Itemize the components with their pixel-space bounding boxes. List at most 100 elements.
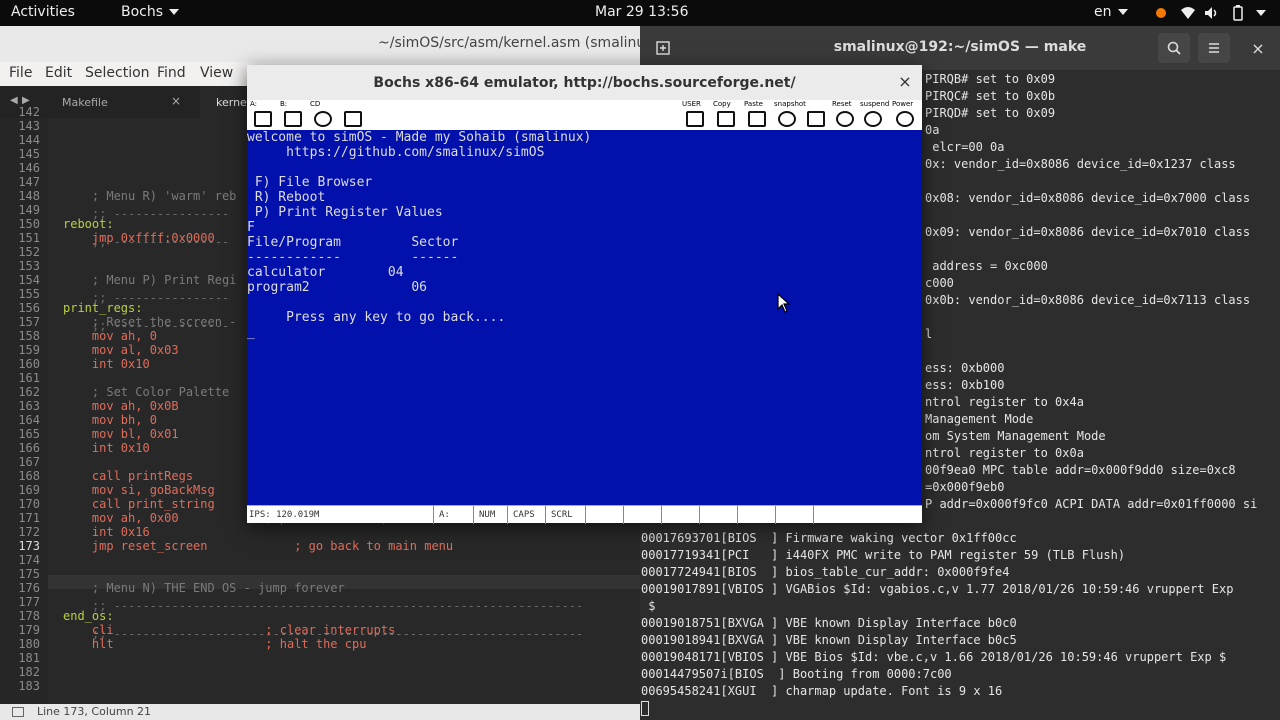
drive-a-indicator: A: [433, 506, 473, 524]
menu-edit[interactable]: Edit [45, 65, 72, 81]
line-number: 150 [18, 217, 40, 231]
bochs-title: Bochs x86-64 emulator, http://bochs.sour… [373, 75, 796, 91]
menu-find[interactable]: Find [157, 65, 186, 81]
toolbar-glyph [864, 111, 882, 127]
toolbar-label: suspend [860, 100, 890, 108]
terminal-line: 00017719341[PCI ] i440FX PMC write to PA… [641, 548, 1126, 562]
close-icon[interactable]: × [897, 72, 913, 91]
line-number: 155 [18, 287, 40, 301]
line-number: 163 [18, 399, 40, 413]
menu-file[interactable]: File [9, 65, 32, 81]
copy-icon[interactable]: Copy [713, 100, 739, 130]
line-number: 171 [18, 511, 40, 525]
tab-label: Makefile [62, 96, 108, 109]
line-number: 165 [18, 427, 40, 441]
editor-title-bar[interactable]: ~/simOS/src/asm/kernel.asm (smalinuxOS [0, 26, 673, 62]
status-slot [775, 506, 813, 524]
wifi-icon[interactable] [1179, 5, 1197, 21]
reset-icon[interactable]: Reset [832, 100, 858, 130]
terminal-line: 00014479507i[BIOS ] Booting from 0000:7c… [641, 667, 952, 681]
chevron-down-icon [1117, 9, 1128, 15]
snapshot-icon[interactable]: snapshot [774, 100, 806, 130]
screen-line: program2 06 [247, 280, 428, 295]
line-number: 142 [18, 105, 40, 119]
terminal-line: PIRQB# set to 0x09 [925, 72, 1056, 86]
screen-line: calculator 04 [247, 265, 404, 280]
line-number: 181 [18, 651, 40, 665]
search-icon[interactable] [1158, 33, 1190, 63]
line-number: 172 [18, 525, 40, 539]
toolbar-glyph [807, 111, 825, 127]
line-number: 175 [18, 567, 40, 581]
status-slot [623, 506, 661, 524]
volume-icon[interactable] [1204, 5, 1220, 21]
line-number: 164 [18, 413, 40, 427]
line-number: 144 [18, 133, 40, 147]
toolbar-glyph [717, 111, 735, 127]
terminal-line: elcr=00 0a [925, 140, 1005, 154]
close-icon[interactable]: × [171, 94, 181, 108]
terminal-line: 00f9ea0 MPC table addr=0x000f9dd0 size=0… [925, 463, 1236, 477]
hamburger-menu-icon[interactable] [1198, 33, 1230, 63]
keyboard-icon[interactable]: USER [682, 100, 708, 130]
line-number: 177 [18, 595, 40, 609]
code-line: mov ah, 0x0B [63, 399, 179, 413]
record-indicator-icon[interactable] [1155, 5, 1167, 21]
menu-selection[interactable]: Selection [85, 65, 150, 81]
toolbar-glyph [748, 111, 766, 127]
terminal-line: ess: 0xb000 [925, 361, 1005, 375]
suspend-icon[interactable]: suspend [860, 100, 890, 130]
line-number: 156 [18, 301, 40, 315]
status-slot [737, 506, 775, 524]
floppy-b-icon[interactable]: B: [280, 100, 306, 130]
cdrom-icon[interactable]: CD [310, 100, 336, 130]
app-menu[interactable]: Bochs [121, 4, 180, 20]
close-icon[interactable]: × [1244, 33, 1272, 63]
mouse-icon[interactable] [340, 100, 366, 130]
terminal-line: c000 [925, 276, 954, 290]
toolbar-label: Reset [832, 100, 852, 108]
bochs-title-bar[interactable]: Bochs x86-64 emulator, http://bochs.sour… [247, 65, 922, 100]
terminal-line: ess: 0xb100 [925, 378, 1005, 392]
floppy-a-icon[interactable]: A: [250, 100, 276, 130]
line-number: 151 [18, 231, 40, 245]
config-icon[interactable] [803, 100, 829, 130]
emulator-screen[interactable]: welcome to simOS - Made my Sohaib (smali… [247, 130, 922, 505]
screen-line: F [247, 220, 255, 235]
menu-view[interactable]: View [200, 65, 233, 81]
battery-icon[interactable] [1231, 5, 1245, 21]
terminal-line: 0x09: vendor_id=0x8086 device_id=0x7010 … [925, 225, 1251, 239]
line-number: 152 [18, 245, 40, 259]
terminal-line: 00019018941[BXVGA ] VBE known Display In… [641, 633, 1017, 647]
panel-toggle-icon[interactable] [12, 707, 24, 717]
cursor-position: Line 173, Column 21 [37, 705, 152, 718]
code-line: call print_string [63, 497, 215, 511]
terminal-line: 0a [925, 123, 940, 137]
code-line: call printRegs [63, 469, 194, 483]
clock[interactable]: Mar 29 13:56 [595, 4, 688, 20]
mouse-pointer-icon [777, 293, 791, 313]
language-label: en [1094, 4, 1112, 20]
line-number: 147 [18, 175, 40, 189]
chevron-down-icon [169, 9, 180, 15]
bochs-toolbar: A: B: CD USER Copy Paste snapshot Reset suspend P… [247, 100, 922, 130]
activities-button[interactable]: Activities [11, 4, 75, 20]
line-number: 162 [18, 385, 40, 399]
terminal-line: 00695458241[XGUI ] charmap update. Font … [641, 684, 1003, 698]
toolbar-glyph [254, 111, 272, 127]
terminal-line: om System Management Mode [925, 429, 1106, 443]
language-indicator[interactable]: en [1094, 4, 1128, 20]
code-line: ; Menu R) 'warm' reb [63, 189, 237, 203]
code-line: mov ah, 0 [63, 329, 157, 343]
terminal-line: 00017724941[BIOS ] bios_table_cur_addr: … [641, 565, 1010, 579]
power-icon[interactable]: Power [892, 100, 918, 130]
terminal-header-bar[interactable]: smalinux@192:~/simOS — make × [640, 26, 1280, 70]
toolbar-label: USER [682, 100, 701, 108]
terminal-line: 00019048171[VBIOS ] VBE Bios $Id: vbe.c,… [641, 650, 1227, 664]
terminal-cursor [641, 701, 649, 716]
paste-icon[interactable]: Paste [744, 100, 770, 130]
tab-makefile[interactable]: Makefile × [44, 86, 194, 118]
system-menu-icon[interactable] [1253, 5, 1269, 21]
ips-indicator: IPS: 120.019M [249, 510, 320, 520]
tab-scroll-left-icon[interactable]: ◀ [10, 95, 18, 106]
